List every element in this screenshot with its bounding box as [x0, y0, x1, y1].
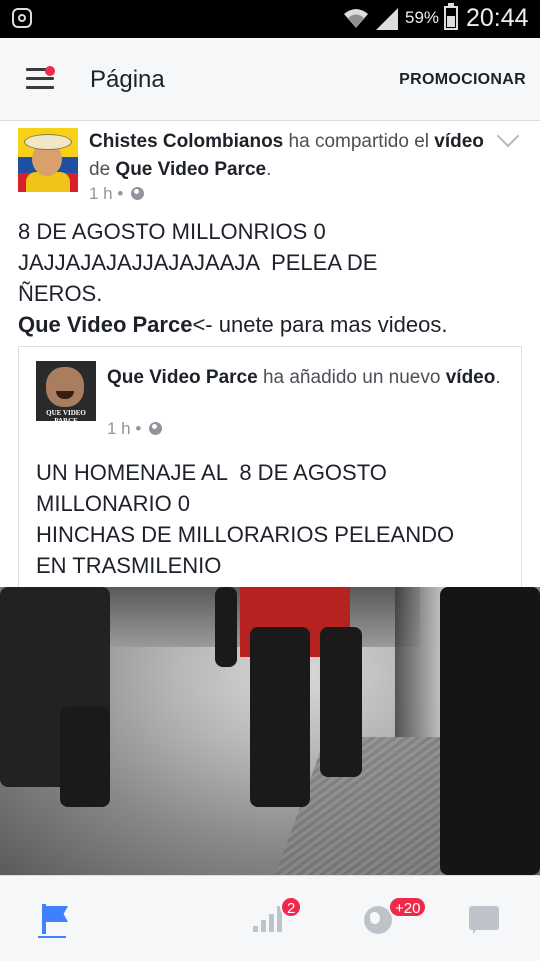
battery-percent: 59%: [405, 8, 440, 27]
app-bar: Página PROMOCIONAR: [0, 38, 540, 121]
post-object-link[interactable]: vídeo: [434, 131, 484, 152]
shared-text-line: UN HOMENAJE AL 8 DE AGOSTO: [36, 460, 387, 485]
clock: 20:44: [466, 4, 529, 32]
shared-meta: 1 h •: [107, 419, 163, 439]
shared-author-link[interactable]: Que Video Parce: [107, 367, 258, 388]
globe-icon: [149, 422, 163, 435]
nav-insights[interactable]: [108, 876, 282, 961]
nav-page[interactable]: [0, 876, 108, 961]
shared-object-link[interactable]: vídeo: [446, 367, 496, 388]
bottom-nav: 2 +20: [0, 875, 540, 961]
shared-post[interactable]: QUE VIDEO PARCE Que Video Parce ha añadi…: [18, 346, 522, 609]
shared-text-line: HINCHAS DE MILLORARIOS PELEANDO: [36, 522, 455, 547]
battery-icon: [444, 3, 458, 30]
instagram-icon: [12, 8, 32, 28]
chevron-down-icon[interactable]: [496, 124, 520, 148]
shared-avatar[interactable]: QUE VIDEO PARCE: [36, 361, 96, 421]
page-title: Página: [90, 66, 165, 93]
wifi-icon: [344, 9, 368, 28]
nav-more[interactable]: [432, 876, 540, 961]
shared-text-line: EN TRASMILENIO: [36, 553, 222, 578]
post-time[interactable]: 1 h: [89, 184, 113, 203]
post-text-line: ÑEROS.: [18, 281, 103, 306]
post-source-link[interactable]: Que Video Parce: [115, 159, 266, 180]
video-player[interactable]: [0, 587, 540, 875]
post-header: Chistes Colombianos ha compartido el víd…: [89, 131, 484, 180]
nav-notifications[interactable]: +20: [324, 876, 432, 961]
globe-icon: [131, 187, 145, 200]
page-avatar[interactable]: [18, 128, 78, 192]
status-bar: 59% 20:44: [0, 0, 540, 38]
notifications-badge: +20: [388, 896, 428, 918]
shared-header: Que Video Parce ha añadido un nuevo víde…: [107, 367, 501, 388]
nav-messages[interactable]: 2: [216, 876, 499, 961]
signal-icon: [376, 8, 398, 30]
promote-button[interactable]: PROMOCIONAR: [399, 71, 526, 89]
shared-time[interactable]: 1 h: [107, 419, 131, 438]
post-author-link[interactable]: Chistes Colombianos: [89, 131, 283, 152]
notification-dot: [45, 66, 55, 76]
post-meta: 1 h •: [89, 184, 145, 204]
post-text: 8 DE AGOSTO MILLONRIOS 0 JAJJAJAJAJJAJAJ…: [18, 216, 528, 340]
post-text-line: 8 DE AGOSTO MILLONRIOS 0: [18, 219, 326, 244]
flag-icon: [38, 904, 68, 938]
shared-text-line: MILLONARIO 0: [36, 491, 191, 516]
page-mention-link[interactable]: Que Video Parce: [18, 312, 192, 337]
post-text-line: JAJJAJAJAJJAJAJAAJA PELEA DE: [18, 250, 378, 275]
messages-badge: 2: [280, 896, 303, 918]
shared-text: UN HOMENAJE AL 8 DE AGOSTO MILLONARIO 0 …: [36, 457, 516, 581]
